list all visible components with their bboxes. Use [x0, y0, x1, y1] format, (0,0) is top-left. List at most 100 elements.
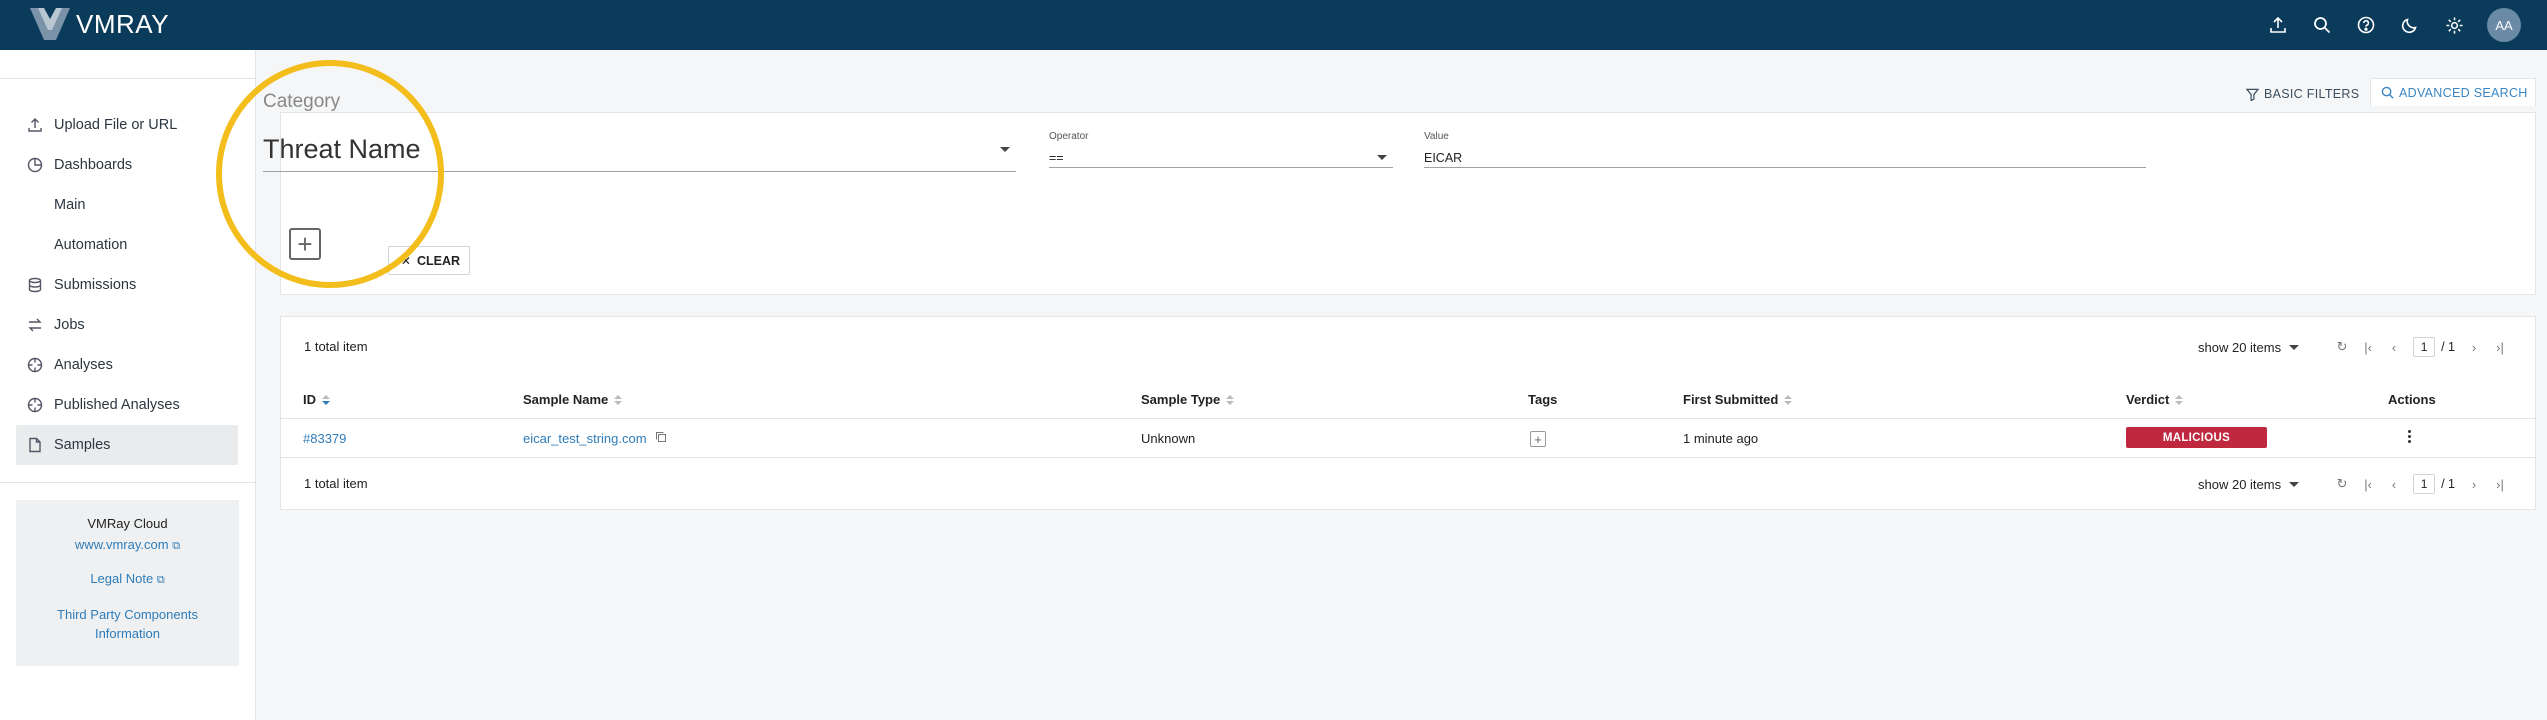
- sort-icon: [322, 394, 330, 405]
- vmray-logo[interactable]: VMRAY: [30, 8, 169, 40]
- first-page-icon[interactable]: |‹: [2361, 477, 2375, 492]
- close-icon: ✕: [400, 253, 411, 268]
- value-input[interactable]: Value EICAR: [1424, 131, 2146, 168]
- sidebar-item-dashboards[interactable]: Dashboards: [16, 145, 238, 185]
- verdict-badge: MALICIOUS: [2126, 427, 2267, 448]
- column-header-verdict[interactable]: Verdict: [2126, 392, 2184, 407]
- column-header-sample-name[interactable]: Sample Name: [523, 392, 623, 407]
- refresh-icon[interactable]: ↻: [2335, 476, 2349, 492]
- logo-text: VMRAY: [76, 8, 170, 39]
- crosshair-icon: [26, 396, 44, 414]
- sidebar-item-label: Analyses: [54, 357, 113, 373]
- sidebar-item-label: Samples: [54, 437, 111, 453]
- sidebar-item-label: Jobs: [54, 317, 85, 333]
- info-title: VMRay Cloud: [87, 516, 168, 531]
- external-link-icon: ⧉: [172, 540, 181, 552]
- sidebar-item-label: Main: [54, 197, 86, 213]
- sidebar-item-jobs[interactable]: Jobs: [16, 305, 238, 345]
- add-tag-button[interactable]: +: [1530, 431, 1546, 447]
- refresh-icon[interactable]: ↻: [2335, 339, 2349, 355]
- sidebar-item-analyses[interactable]: Analyses: [16, 345, 238, 385]
- sidebar-item-samples[interactable]: Samples: [16, 425, 238, 465]
- total-items-bottom: 1 total item: [304, 476, 368, 491]
- search-icon[interactable]: [2311, 14, 2333, 36]
- divider: [0, 78, 256, 79]
- page-count: / 1: [2441, 340, 2455, 354]
- row-sample-name: eicar_test_string.com: [523, 431, 667, 446]
- divider: [0, 482, 256, 483]
- basic-filters-button[interactable]: BASIC FILTERS: [2246, 82, 2359, 106]
- search-icon: [2381, 86, 2394, 99]
- sidebar-item-submissions[interactable]: Submissions: [16, 265, 238, 305]
- third-party-link[interactable]: Third Party Components Information: [48, 605, 208, 643]
- legal-note-link[interactable]: Legal Note ⧉: [16, 571, 239, 587]
- copy-icon[interactable]: [655, 431, 667, 446]
- divider: [281, 418, 2535, 419]
- pagination-bottom: show 20 items ↻ |‹ ‹ 1 / 1 › ›|: [2198, 474, 2507, 494]
- dark-mode-icon[interactable]: [2399, 14, 2421, 36]
- prev-page-icon[interactable]: ‹: [2387, 340, 2401, 355]
- page-size-select[interactable]: show 20 items: [2198, 340, 2305, 355]
- sidebar-item-label: Dashboards: [54, 157, 133, 173]
- row-verdict: MALICIOUS: [2126, 427, 2267, 448]
- sort-icon: [1226, 394, 1235, 405]
- swap-icon: [26, 316, 44, 334]
- row-sample-type: Unknown: [1141, 431, 1196, 446]
- sidebar-item-main[interactable]: Main: [16, 185, 238, 225]
- sidebar-item-label: Published Analyses: [54, 397, 180, 413]
- first-page-icon[interactable]: |‹: [2361, 340, 2375, 355]
- website-link[interactable]: www.vmray.com ⧉: [16, 537, 239, 553]
- column-header-actions: Actions: [2388, 392, 2436, 407]
- chevron-down-icon: [2289, 481, 2300, 487]
- column-header-first-submitted[interactable]: First Submitted: [1683, 392, 1793, 407]
- row-id-link[interactable]: #83379: [303, 431, 346, 446]
- page-input[interactable]: 1: [2413, 474, 2436, 494]
- sidebar-item-automation[interactable]: Automation: [16, 225, 238, 265]
- clear-button[interactable]: ✕ CLEAR: [388, 246, 470, 275]
- advanced-search-button[interactable]: ADVANCED SEARCH: [2370, 78, 2536, 106]
- last-page-icon[interactable]: ›|: [2493, 340, 2507, 355]
- page-input[interactable]: 1: [2413, 337, 2436, 357]
- row-first-submitted: 1 minute ago: [1683, 431, 1759, 446]
- sidebar-item-published-analyses[interactable]: Published Analyses: [16, 385, 238, 425]
- row-tags: +: [1530, 431, 1546, 447]
- plus-icon: +: [297, 229, 313, 259]
- category-select[interactable]: Threat Name: [263, 128, 1016, 172]
- sidebar-item-upload[interactable]: Upload File or URL: [16, 105, 238, 145]
- last-page-icon[interactable]: ›|: [2493, 477, 2507, 492]
- help-icon[interactable]: [2355, 14, 2377, 36]
- upload-icon[interactable]: [2267, 14, 2289, 36]
- upload-icon: [26, 116, 44, 134]
- info-box: VMRay Cloud www.vmray.com ⧉ Legal Note ⧉…: [16, 500, 239, 666]
- sort-icon: [1784, 394, 1793, 405]
- crosshair-icon: [26, 356, 44, 374]
- page-size-select[interactable]: show 20 items: [2198, 477, 2305, 492]
- sidebar-item-label: Upload File or URL: [54, 117, 178, 133]
- external-link-icon: ⧉: [156, 574, 165, 586]
- sort-icon: [614, 394, 623, 405]
- total-items: 1 total item: [304, 339, 368, 354]
- category-label: Category: [263, 91, 341, 112]
- pagination: show 20 items ↻ |‹ ‹ 1 / 1 › ›|: [2198, 337, 2507, 357]
- next-page-icon[interactable]: ›: [2467, 340, 2481, 355]
- filter-icon: [2246, 88, 2259, 101]
- column-header-sample-type[interactable]: Sample Type: [1141, 392, 1235, 407]
- column-header-id[interactable]: ID: [303, 392, 330, 407]
- sidebar-item-label: Submissions: [54, 277, 137, 293]
- next-page-icon[interactable]: ›: [2467, 477, 2481, 492]
- row-actions-menu[interactable]: [2408, 430, 2411, 443]
- sidebar: Upload File or URL Dashboards Main Autom…: [0, 50, 256, 720]
- results-panel: 1 total item show 20 items ↻ |‹ ‹ 1 / 1 …: [280, 316, 2536, 510]
- top-bar: VMRAY AA: [0, 0, 2547, 50]
- sidebar-nav: Upload File or URL Dashboards Main Autom…: [16, 105, 238, 465]
- add-filter-button[interactable]: +: [289, 228, 321, 260]
- page-count: / 1: [2441, 477, 2455, 491]
- sample-name-link[interactable]: eicar_test_string.com: [523, 431, 647, 446]
- gear-icon[interactable]: [2443, 14, 2465, 36]
- chevron-down-icon: [1000, 147, 1010, 152]
- user-avatar[interactable]: AA: [2487, 8, 2521, 42]
- operator-select[interactable]: Operator ==: [1049, 131, 1393, 168]
- prev-page-icon[interactable]: ‹: [2387, 477, 2401, 492]
- more-vertical-icon: [2408, 430, 2411, 443]
- dashboard-icon: [26, 156, 44, 174]
